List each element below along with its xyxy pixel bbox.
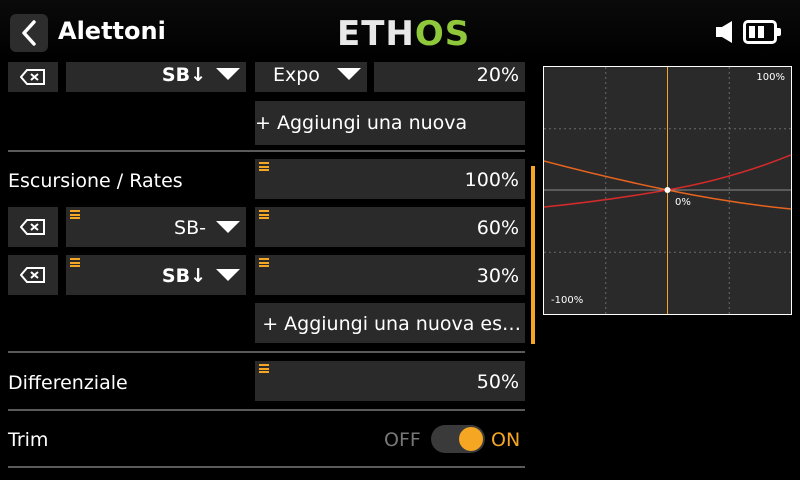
chevron-left-icon [22, 20, 36, 46]
rates-default-field[interactable]: 100% [255, 159, 525, 199]
graph-center-label: 0% [675, 197, 691, 208]
menu-indicator-icon [259, 364, 269, 373]
rate1-value-field[interactable]: 60% [255, 207, 525, 247]
divider [8, 409, 525, 411]
delete-icon [20, 219, 45, 235]
page-title: Alettoni [58, 17, 166, 45]
differential-value: 50% [476, 371, 519, 393]
menu-indicator-icon [259, 162, 269, 171]
toggle-knob [459, 427, 483, 451]
curve-graph: 100% 0% -100% [543, 66, 792, 315]
delete-rate-button[interactable] [8, 255, 58, 295]
rate2-value: 30% [476, 265, 519, 287]
divider [8, 466, 525, 468]
curve-type-dropdown[interactable]: Expo [255, 62, 367, 92]
graph-bottom-label: -100% [551, 295, 584, 306]
divider [8, 351, 525, 353]
curve-type-value: Expo [273, 64, 320, 86]
delete-curve-button[interactable] [8, 62, 58, 92]
menu-indicator-icon [70, 210, 80, 219]
differential-label: Differenziale [8, 372, 128, 394]
rates-label: Escursione / Rates [8, 170, 183, 192]
expo-value: 20% [476, 64, 519, 86]
trim-label: Trim [8, 429, 49, 451]
battery-icon [743, 20, 781, 44]
trim-off-label: OFF [384, 429, 421, 451]
dropdown-arrow-icon [337, 68, 361, 80]
add-rate-label: + Aggiungi una nuova es… [262, 313, 521, 335]
top-bar: Alettoni ETHOS [0, 0, 800, 64]
graph-top-label: 100% [756, 72, 785, 83]
center-point [664, 187, 671, 193]
add-rate-button[interactable]: + Aggiungi una nuova es… [255, 303, 525, 343]
trim-toggle[interactable] [431, 425, 485, 453]
differential-value-field[interactable]: 50% [255, 361, 525, 401]
dropdown-arrow-icon [216, 68, 240, 80]
expo-value-field[interactable]: 20% [374, 62, 525, 92]
trim-on-label: ON [491, 429, 521, 451]
rate1-switch-dropdown[interactable]: SB- [66, 207, 246, 247]
rate2-switch-dropdown[interactable]: SB↓ [66, 255, 246, 295]
menu-indicator-icon [70, 258, 80, 267]
divider [8, 150, 525, 152]
curve-graph-svg [544, 67, 791, 314]
speaker-icon[interactable] [715, 20, 737, 44]
delete-icon [20, 69, 45, 85]
delete-rate-button[interactable] [8, 207, 58, 247]
ethos-logo: ETHOS [337, 14, 471, 54]
dropdown-arrow-icon [216, 221, 240, 233]
dropdown-arrow-icon [216, 269, 240, 281]
rate2-switch-value: SB↓ [161, 265, 206, 287]
back-button[interactable] [10, 14, 48, 52]
add-curve-button[interactable]: + Aggiungi una nuova cur… [255, 101, 525, 178]
rates-default-value: 100% [464, 169, 519, 191]
menu-indicator-icon [259, 258, 269, 267]
scrollbar[interactable] [531, 166, 535, 344]
rate2-value-field[interactable]: 30% [255, 255, 525, 295]
expo-switch-dropdown[interactable]: SB↓ [66, 62, 246, 92]
delete-icon [20, 267, 45, 283]
menu-indicator-icon [259, 210, 269, 219]
rate1-switch-value: SB- [174, 217, 206, 239]
expo-switch-value: SB↓ [161, 64, 206, 86]
rate1-value: 60% [476, 217, 519, 239]
